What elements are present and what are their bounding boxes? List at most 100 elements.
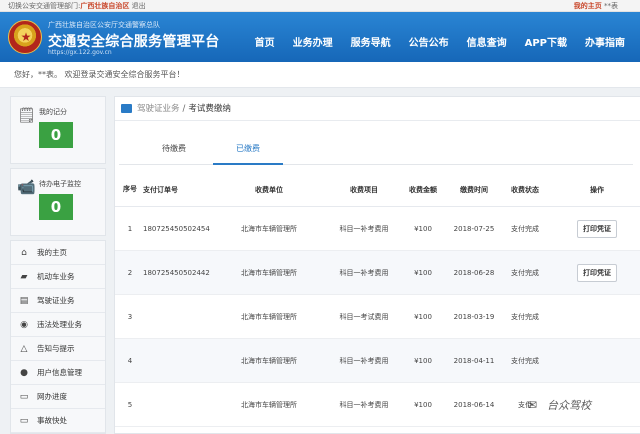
row-time: 2018-06-14	[453, 400, 495, 409]
sidebar-item-label: 我的主页	[37, 248, 67, 257]
sidebar-item-vehicle[interactable]: ▰ 机动车业务	[11, 265, 105, 289]
row-unit: 北海市车辆管理所	[241, 356, 297, 365]
row-seq: 5	[127, 400, 133, 409]
breadcrumb-parent[interactable]: 驾驶证业务	[137, 97, 180, 121]
row-time: 2018-07-25	[453, 224, 495, 233]
row-time: 2018-04-11	[453, 356, 495, 365]
nav-service-guide[interactable]: 服务导航	[342, 34, 400, 49]
row-unit: 北海市车辆管理所	[241, 312, 297, 321]
nav-info-query[interactable]: 信息查询	[458, 34, 516, 49]
row-order: 180725450502454	[143, 224, 210, 233]
table-header: 序号 支付订单号 收费单位 收费项目 收费金额 缴费时间 收费状态 操作	[115, 173, 640, 207]
payment-table: 序号 支付订单号 收费单位 收费项目 收费金额 缴费时间 收费状态 操作 1 1…	[115, 173, 640, 427]
nav-home[interactable]: 首页	[246, 34, 284, 49]
row-time: 2018-03-19	[453, 312, 495, 321]
row-op: 打印凭证	[565, 251, 629, 294]
department-switch[interactable]: 切换公安交通管理部门:广西壮族自治区 退出	[8, 0, 146, 12]
user-icon: ●	[20, 367, 28, 378]
row-order	[143, 339, 229, 382]
table-row: 1 180725450502454 北海市车辆管理所 科目一补考费用 ¥100 …	[115, 207, 640, 251]
score-value: 0	[39, 122, 73, 148]
row-unit: 北海市车辆管理所	[241, 268, 297, 277]
row-amount: ¥100	[414, 268, 432, 277]
table-row: 4 北海市车辆管理所 科目一补考费用 ¥100 2018-04-11 支付完成	[115, 339, 640, 383]
switch-prefix: 切换公安交通管理部门:	[8, 2, 81, 10]
header-op: 操作	[590, 185, 604, 194]
main-panel: 驾驶证业务 / 考试费缴纳 待缴费 已缴费 序号 支付订单号 收费单位 收费项目…	[114, 96, 640, 434]
police-emblem-icon: ★	[8, 20, 42, 54]
my-home-link[interactable]: 我的主页	[574, 2, 602, 10]
row-op: 打印凭证	[565, 207, 629, 250]
row-status: 支付完成	[511, 356, 539, 365]
row-order	[143, 383, 229, 426]
header-time: 缴费时间	[460, 185, 488, 194]
bell-icon: △	[20, 343, 28, 354]
sidebar-item-label: 驾驶证业务	[37, 296, 75, 305]
row-item: 科目一考试费用	[339, 312, 389, 321]
sidebar-item-accident[interactable]: ▭ 事故快处	[11, 409, 105, 433]
camera-icon: ◉	[20, 319, 28, 330]
license-icon: 🗒	[17, 106, 37, 124]
top-strip: 切换公安交通管理部门:广西壮族自治区 退出 我的主页 **表	[0, 0, 640, 12]
wechat-icon: ✉	[527, 398, 538, 412]
score-card[interactable]: 🗒 我的记分 0	[10, 96, 106, 164]
sidebar-item-notice[interactable]: △ 告知与提示	[11, 337, 105, 361]
payment-tabs: 待缴费 已缴费	[119, 135, 633, 165]
row-item: 科目一补考费用	[339, 224, 389, 233]
score-label: 我的记分	[39, 108, 67, 116]
list-icon	[121, 104, 132, 113]
sidebar-item-label: 用户信息管理	[37, 368, 82, 377]
monitor-card[interactable]: 📹 待办电子监控 0	[10, 168, 106, 236]
breadcrumb-separator: /	[182, 103, 186, 114]
camera-icon: 📹	[17, 178, 36, 196]
sidebar: 🗒 我的记分 0 📹 待办电子监控 0 ⌂ 我的主页 ▰ 机动车业务 ▤ 驾驶证业务 …	[10, 96, 106, 434]
progress-icon: ▭	[19, 391, 29, 402]
watermark-text: 台众驾校	[547, 399, 591, 412]
print-receipt-button[interactable]: 打印凭证	[577, 219, 617, 238]
row-item: 科目一补考费用	[339, 268, 389, 277]
nav-business[interactable]: 业务办理	[284, 34, 342, 49]
header-unit: 收费单位	[255, 185, 283, 194]
sidebar-item-label: 违法处理业务	[37, 320, 82, 329]
row-amount: ¥100	[414, 356, 432, 365]
table-row: 2 180725450502442 北海市车辆管理所 科目一补考费用 ¥100 …	[115, 251, 640, 295]
user-name: **表	[604, 2, 618, 10]
sidebar-item-label: 机动车业务	[37, 272, 75, 281]
row-order: 180725450502442	[143, 268, 210, 277]
nav-app-download[interactable]: APP下载	[516, 34, 576, 49]
table-row: 3 北海市车辆管理所 科目一考试费用 ¥100 2018-03-19 支付完成	[115, 295, 640, 339]
site-title[interactable]: 交通安全综合服务管理平台	[48, 31, 220, 51]
sidebar-item-violation[interactable]: ◉ 违法处理业务	[11, 313, 105, 337]
exit-link[interactable]: 退出	[132, 2, 146, 10]
nav-announcements[interactable]: 公告公布	[400, 34, 458, 49]
site-header: ★ 广西壮族自治区公安厅交通警察总队 交通安全综合服务管理平台 https://…	[0, 12, 640, 62]
row-seq: 1	[127, 224, 133, 233]
sidebar-item-label: 网办进度	[37, 392, 67, 401]
sidebar-item-license[interactable]: ▤ 驾驶证业务	[11, 289, 105, 313]
welcome-message: 您好，**表。 欢迎登录交通安全综合服务平台！	[0, 62, 640, 88]
sidebar-item-progress[interactable]: ▭ 网办进度	[11, 385, 105, 409]
main-nav: 首页 业务办理 服务导航 公告公布 信息查询 APP下载 办事指南	[246, 34, 634, 49]
sidebar-menu: ⌂ 我的主页 ▰ 机动车业务 ▤ 驾驶证业务 ◉ 违法处理业务 △ 告知与提示 ● 用户信息…	[10, 240, 106, 434]
home-icon: ⌂	[21, 247, 27, 258]
row-time: 2018-06-28	[453, 268, 495, 277]
row-seq: 4	[127, 356, 133, 365]
row-status: 支付完成	[511, 268, 539, 277]
site-url: https://gx.122.gov.cn	[48, 49, 112, 56]
region-name[interactable]: 广西壮族自治区	[80, 2, 129, 10]
row-order	[143, 295, 229, 338]
row-amount: ¥100	[414, 400, 432, 409]
tab-unpaid[interactable]: 待缴费	[141, 143, 207, 165]
breadcrumb: 驾驶证业务 / 考试费缴纳	[115, 97, 640, 121]
breadcrumb-current: 考试费缴纳	[188, 103, 231, 114]
row-unit: 北海市车辆管理所	[241, 224, 297, 233]
sidebar-item-home[interactable]: ⌂ 我的主页	[11, 241, 105, 265]
sidebar-item-user-info[interactable]: ● 用户信息管理	[11, 361, 105, 385]
header-item: 收费项目	[350, 185, 378, 194]
row-amount: ¥100	[414, 224, 432, 233]
print-receipt-button[interactable]: 打印凭证	[577, 263, 617, 282]
nav-guide[interactable]: 办事指南	[576, 34, 634, 49]
row-amount: ¥100	[414, 312, 432, 321]
sidebar-item-label: 事故快处	[37, 416, 67, 425]
tab-paid[interactable]: 已缴费	[213, 143, 283, 165]
